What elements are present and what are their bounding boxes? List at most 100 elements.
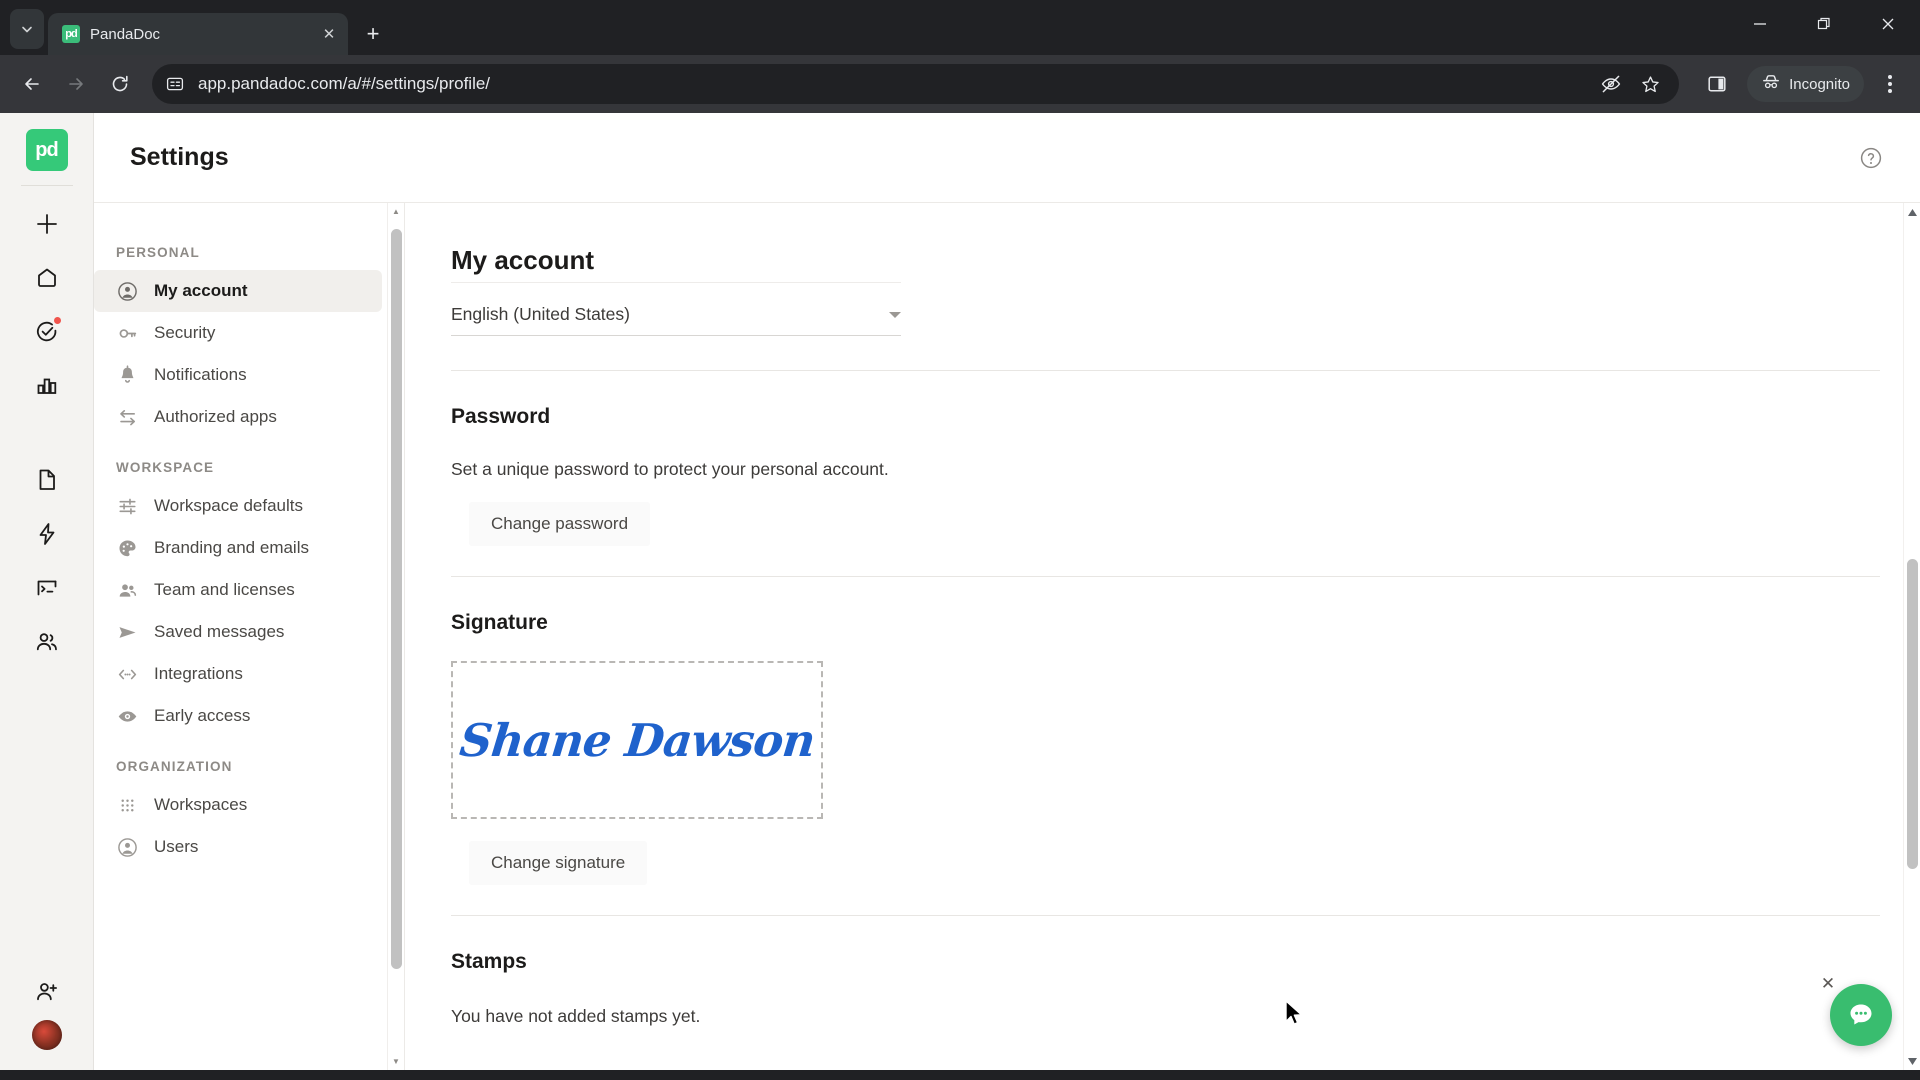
nav-section-label: PERSONAL [116, 245, 200, 260]
settings-nav-scrollbar[interactable]: ▲ ▼ [387, 203, 404, 1070]
signature-preview[interactable]: Shane Dawson [451, 661, 823, 819]
tab-strip: pd PandaDoc ✕ + [0, 0, 1920, 55]
sidebar-item-label: Authorized apps [154, 407, 277, 426]
change-signature-button[interactable]: Change signature [469, 841, 648, 885]
stamps-empty-text: You have not added stamps yet. [451, 1006, 701, 1026]
scroll-up-arrow-icon[interactable] [1904, 205, 1920, 219]
maximize-icon [1817, 17, 1830, 30]
key-icon [116, 322, 138, 344]
help-glyph [1860, 147, 1882, 168]
rail-item-invite-people[interactable] [21, 966, 73, 1018]
browser-menu-button[interactable] [1872, 64, 1908, 104]
incognito-indicator[interactable]: Incognito [1747, 66, 1864, 102]
chevron-down-icon [22, 26, 32, 33]
scroll-up-arrow-icon[interactable]: ▲ [388, 203, 405, 220]
change-password-button[interactable]: Change password [469, 502, 651, 546]
bell-icon [116, 364, 138, 386]
scroll-down-arrow-icon[interactable] [1904, 1054, 1920, 1068]
tab-close-button[interactable]: ✕ [318, 23, 340, 45]
settings-main: PERSONAL My account Security Notificatio… [94, 203, 1920, 1070]
rail-item-forms[interactable] [21, 562, 73, 614]
browser-tab[interactable]: pd PandaDoc ✕ [48, 13, 348, 55]
sidebar-item-security[interactable]: Security [94, 312, 382, 354]
sidebar-item-workspace-defaults[interactable]: Workspace defaults [94, 485, 382, 527]
arrow-left-icon [25, 78, 39, 90]
address-bar[interactable]: app.pandadoc.com/a/#/settings/profile/ [152, 64, 1680, 104]
rail-item-reporting[interactable] [21, 360, 73, 412]
tasks-notification-badge [52, 316, 62, 325]
tab-title: PandaDoc [90, 25, 161, 43]
menu-dot [1888, 89, 1892, 93]
sidebar-item-label: Integrations [154, 664, 243, 683]
sidebar-item-team-and-licenses[interactable]: Team and licenses [94, 569, 382, 611]
back-button[interactable] [12, 64, 52, 104]
rail-item-documents[interactable] [21, 454, 73, 506]
star-glyph [1642, 75, 1659, 92]
close-icon [1882, 18, 1894, 30]
rail-item-tasks[interactable] [21, 306, 73, 358]
close-window-button[interactable] [1856, 0, 1920, 48]
sidebar-item-workspaces[interactable]: Workspaces [94, 784, 382, 826]
code-brackets-icon [116, 663, 138, 685]
app-body: Settings PERSONAL My account Security No… [94, 113, 1920, 1070]
document-icon [39, 469, 55, 490]
rail-item-create-new[interactable] [21, 198, 73, 250]
forward-button[interactable] [56, 64, 96, 104]
language-select[interactable]: English (United States) [451, 282, 901, 336]
minimize-button[interactable] [1728, 0, 1792, 48]
new-tab-button[interactable]: + [356, 17, 390, 51]
sidebar-item-authorized-apps[interactable]: Authorized apps [94, 396, 382, 438]
help-circle-icon[interactable] [1858, 145, 1884, 171]
sidebar-item-early-access[interactable]: Early access [94, 695, 382, 737]
minimize-icon [1754, 23, 1766, 25]
transfer-arrows-icon [116, 406, 138, 428]
bar-chart-icon [37, 378, 56, 394]
tab-search-button[interactable] [10, 9, 44, 49]
bookmark-star-icon[interactable] [1640, 74, 1661, 95]
chat-widget-close-button[interactable]: ✕ [1818, 974, 1838, 994]
sidebar-item-label: My account [154, 281, 248, 300]
key-glyph [119, 328, 136, 338]
group-glyph [119, 583, 136, 597]
page-info-icon[interactable] [166, 75, 184, 93]
page-info-glyph [166, 77, 184, 91]
language-value: English (United States) [451, 304, 630, 324]
sidebar-item-integrations[interactable]: Integrations [94, 653, 382, 695]
menu-dot [1888, 82, 1892, 86]
reload-button[interactable] [100, 64, 140, 104]
account-circle-icon [116, 280, 138, 302]
sidebar-item-label: Users [154, 837, 199, 856]
sliders-glyph [118, 498, 136, 514]
rail-item-automation[interactable] [21, 508, 73, 560]
content-scrollbar[interactable] [1903, 203, 1920, 1070]
chat-widget-button[interactable] [1830, 984, 1892, 1046]
sidebar-item-users[interactable]: Users [94, 826, 382, 868]
sidebar-item-my-account[interactable]: My account [94, 270, 382, 312]
sidebar-item-notifications[interactable]: Notifications [94, 354, 382, 396]
incognito-hat-icon [1761, 72, 1781, 96]
send-glyph [118, 626, 136, 638]
group-icon [116, 579, 138, 601]
scrollbar-thumb[interactable] [391, 229, 402, 969]
home-icon [37, 268, 56, 287]
scrollbar-thumb[interactable] [1907, 559, 1918, 869]
rail-divider [20, 185, 73, 186]
scroll-down-arrow-icon[interactable]: ▼ [388, 1053, 405, 1070]
plus-icon [36, 214, 57, 234]
palette-glyph [118, 539, 136, 556]
maximize-button[interactable] [1792, 0, 1856, 48]
rail-item-contacts[interactable] [21, 616, 73, 668]
side-panel-button[interactable] [1697, 64, 1737, 104]
reload-icon [112, 75, 128, 92]
sliders-icon [116, 495, 138, 517]
sidebar-item-saved-messages[interactable]: Saved messages [94, 611, 382, 653]
pandadoc-logo[interactable]: pd [25, 129, 68, 171]
stamps-heading: Stamps [451, 950, 527, 973]
sidebar-item-branding-and-emails[interactable]: Branding and emails [94, 527, 382, 569]
rail-item-home[interactable] [21, 252, 73, 304]
page-viewport: pd Settings PERSONAL My account Security… [0, 113, 1920, 1070]
triangle-up-glyph [1908, 208, 1917, 216]
user-avatar[interactable] [31, 1020, 62, 1050]
eye-slash-icon[interactable] [1600, 73, 1622, 95]
